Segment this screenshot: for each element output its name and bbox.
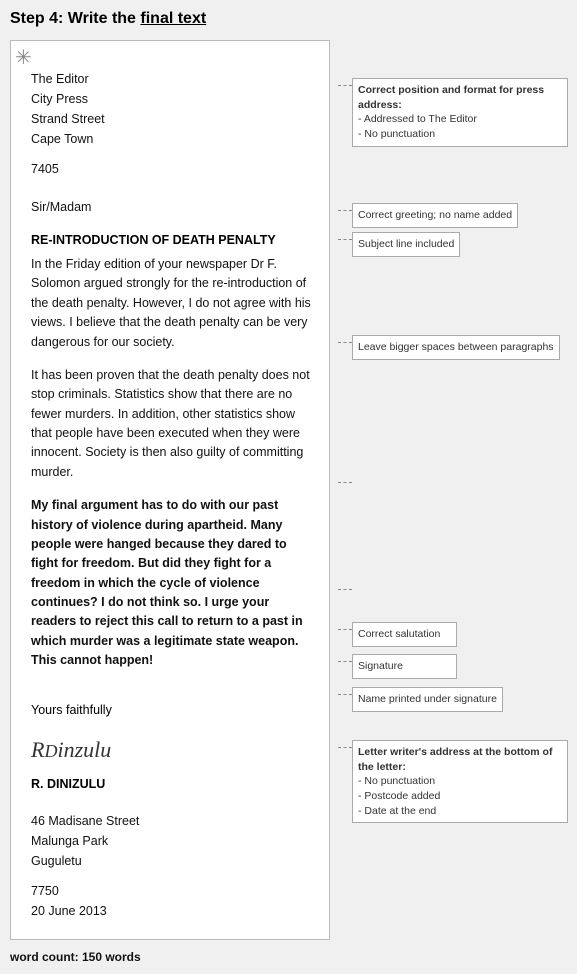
sender-line3: Guguletu (31, 851, 313, 871)
paragraph-1: In the Friday edition of your newspaper … (31, 255, 313, 352)
annotation-sender-address: Letter writer's address at the bottom of… (338, 740, 568, 823)
page-title: Step 4: Write the final text (10, 10, 567, 28)
recipient-postcode: 7405 (31, 159, 313, 179)
annotation-press-address: Correct position and format for press ad… (338, 78, 568, 147)
annotations-panel: Correct position and format for press ad… (338, 40, 568, 940)
annotation-signature: Signature (338, 654, 457, 679)
sender-line1: 46 Madisane Street (31, 811, 313, 831)
annotation-spacing3 (338, 582, 457, 607)
paragraph-3: My final argument has to do with our pas… (31, 496, 313, 670)
salutation-line: Yours faithfully (31, 703, 313, 717)
recipient-line3: Strand Street (31, 109, 313, 129)
sender-line2: Malunga Park (31, 831, 313, 851)
annotation-greeting: Correct greeting; no name added (338, 203, 518, 228)
letter-document: ✳ The Editor City Press Strand Street Ca… (10, 40, 330, 940)
signature-area: RDinzulu (31, 737, 313, 763)
sender-date: 20 June 2013 (31, 901, 313, 921)
annotation-salutation: Correct salutation (338, 622, 457, 647)
recipient-line1: The Editor (31, 69, 313, 89)
wand-icon: ✳ (15, 45, 32, 70)
annotation-printed-name: Name printed under signature (338, 687, 503, 712)
annotation-subject: Subject line included (338, 232, 460, 257)
signature-image: RDinzulu (31, 737, 313, 763)
annotation-spacing: Leave bigger spaces between paragraphs (338, 335, 560, 360)
greeting-line: Sir/Madam (31, 197, 313, 217)
word-count: word count: 150 words (10, 950, 567, 964)
subject-line: RE-INTRODUCTION OF DEATH PENALTY (31, 233, 313, 247)
annotation-spacing2 (338, 475, 457, 500)
printed-name: R. DINIZULU (31, 777, 313, 791)
recipient-line4: Cape Town (31, 129, 313, 149)
paragraph-2: It has been proven that the death penalt… (31, 366, 313, 482)
sender-postcode: 7750 (31, 881, 313, 901)
recipient-line2: City Press (31, 89, 313, 109)
